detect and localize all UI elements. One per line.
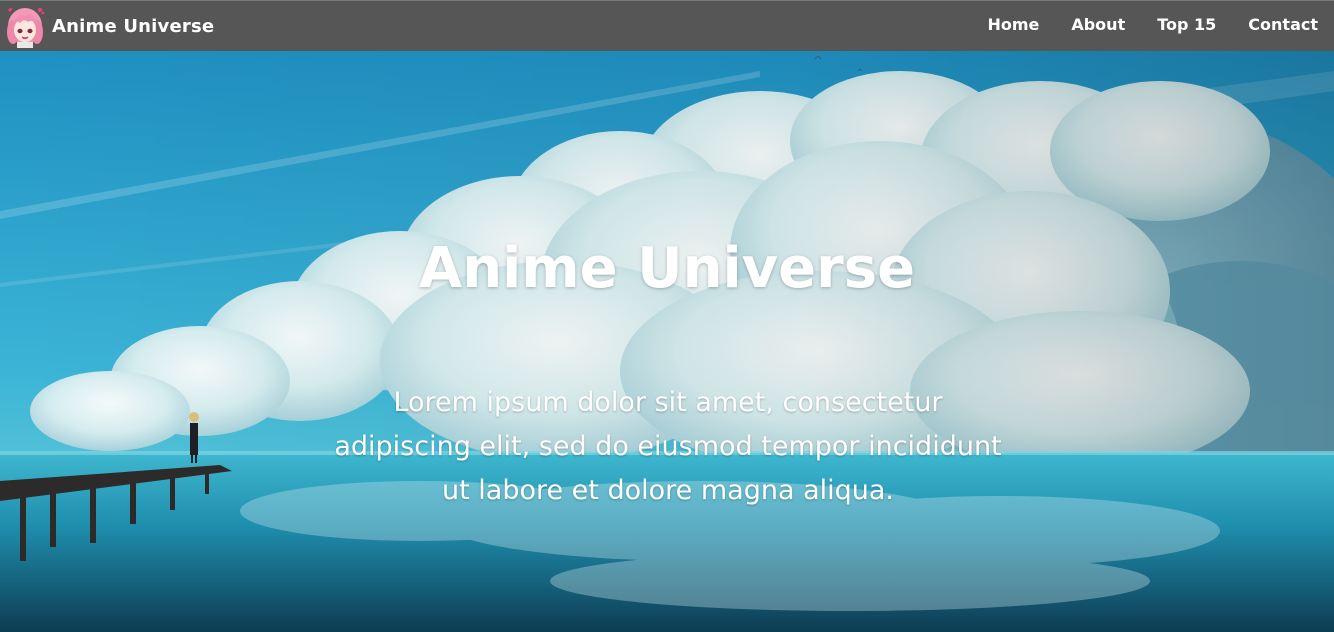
nav-contact-link[interactable]: Contact — [1248, 15, 1318, 34]
hero-section: Anime Universe Lorem ipsum dolor sit ame… — [0, 51, 1334, 632]
brand-name: Anime Universe — [52, 15, 215, 37]
page: Anime Universe Home About Top 15 Contact — [0, 0, 1334, 632]
nav-home-link[interactable]: Home — [987, 15, 1039, 34]
top-navbar: Anime Universe Home About Top 15 Contact — [0, 0, 1334, 51]
nav-about-link[interactable]: About — [1071, 15, 1125, 34]
nav-top15-link[interactable]: Top 15 — [1157, 15, 1216, 34]
anime-girl-avatar-icon — [4, 4, 46, 48]
brand[interactable]: Anime Universe — [4, 4, 214, 48]
nav-menu: Home About Top 15 Contact — [971, 1, 1334, 52]
hero-description: Lorem ipsum dolor sit amet, consectetur … — [334, 387, 1002, 506]
hero-background-image — [0, 51, 1334, 632]
hero-title: Anime Universe — [418, 236, 916, 301]
